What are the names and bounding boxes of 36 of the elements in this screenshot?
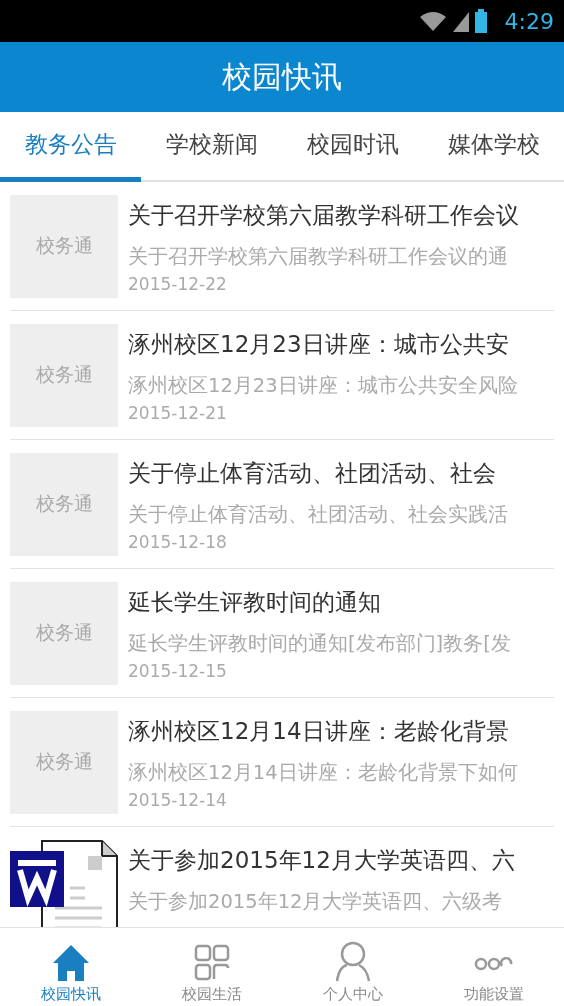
news-summary: 涿州校区12月14日讲座：老龄化背景下如何 [128,759,518,786]
news-date: 2015-12-15 [128,660,228,681]
placeholder-thumbnail: 校务通 [10,452,118,556]
wifi-icon [418,10,447,32]
placeholder-thumbnail: 校务通 [10,194,118,298]
signal-icon [452,10,469,32]
tab[interactable]: 教务公告 [0,112,141,182]
nav-tab[interactable]: 校园快讯 [0,928,141,1006]
tab[interactable]: 学校新闻 [141,112,282,182]
news-title[interactable]: 关于参加2015年12月大学英语四、六 [128,843,515,876]
news-date: 2015-12-18 [128,531,228,552]
news-date: 2015-12-21 [128,402,228,423]
placeholder-thumbnail: 校务通 [10,710,118,814]
nav-tab[interactable]: 校园生活 [141,928,282,1006]
page-title: 校园快讯 [222,57,342,96]
clock-time: 4:29 [504,8,554,34]
tab[interactable]: 媒体学校 [423,112,564,182]
nav-tab[interactable]: 功能设置 [423,928,564,1006]
news-date: 2015-12-22 [128,273,228,294]
news-title[interactable]: 涿州校区12月14日讲座：老龄化背景 [128,714,518,747]
nav-tab[interactable]: 个人中心 [282,928,423,1006]
news-summary: 涿州校区12月23日讲座：城市公共安全风险 [128,372,518,399]
placeholder-thumbnail: 校务通 [10,581,118,685]
news-date: 2015-12-14 [128,789,228,810]
news-title[interactable]: 关于停止体育活动、社团活动、社会 [128,456,508,489]
news-summary: 延长学生评教时间的通知[发布部门]教务[发 [128,630,511,657]
news-summary: 关于召开学校第六届教学科研工作会议的通 [128,243,509,270]
news-summary: 关于参加2015年12月大学英语四、六级考 [128,888,504,915]
dots-icon [473,957,514,971]
news-title[interactable]: 关于召开学校第六届教学科研工作会议 [128,198,519,231]
news-title[interactable]: 延长学生评教时间的通知 [128,585,511,618]
news-title[interactable]: 涿州校区12月23日讲座：城市公共安 [128,327,518,360]
battery-icon [474,9,487,33]
placeholder-thumbnail: 校务通 [10,323,118,427]
news-summary: 关于停止体育活动、社团活动、社会实践活 [128,501,508,528]
tab[interactable]: 校园时讯 [282,112,423,182]
